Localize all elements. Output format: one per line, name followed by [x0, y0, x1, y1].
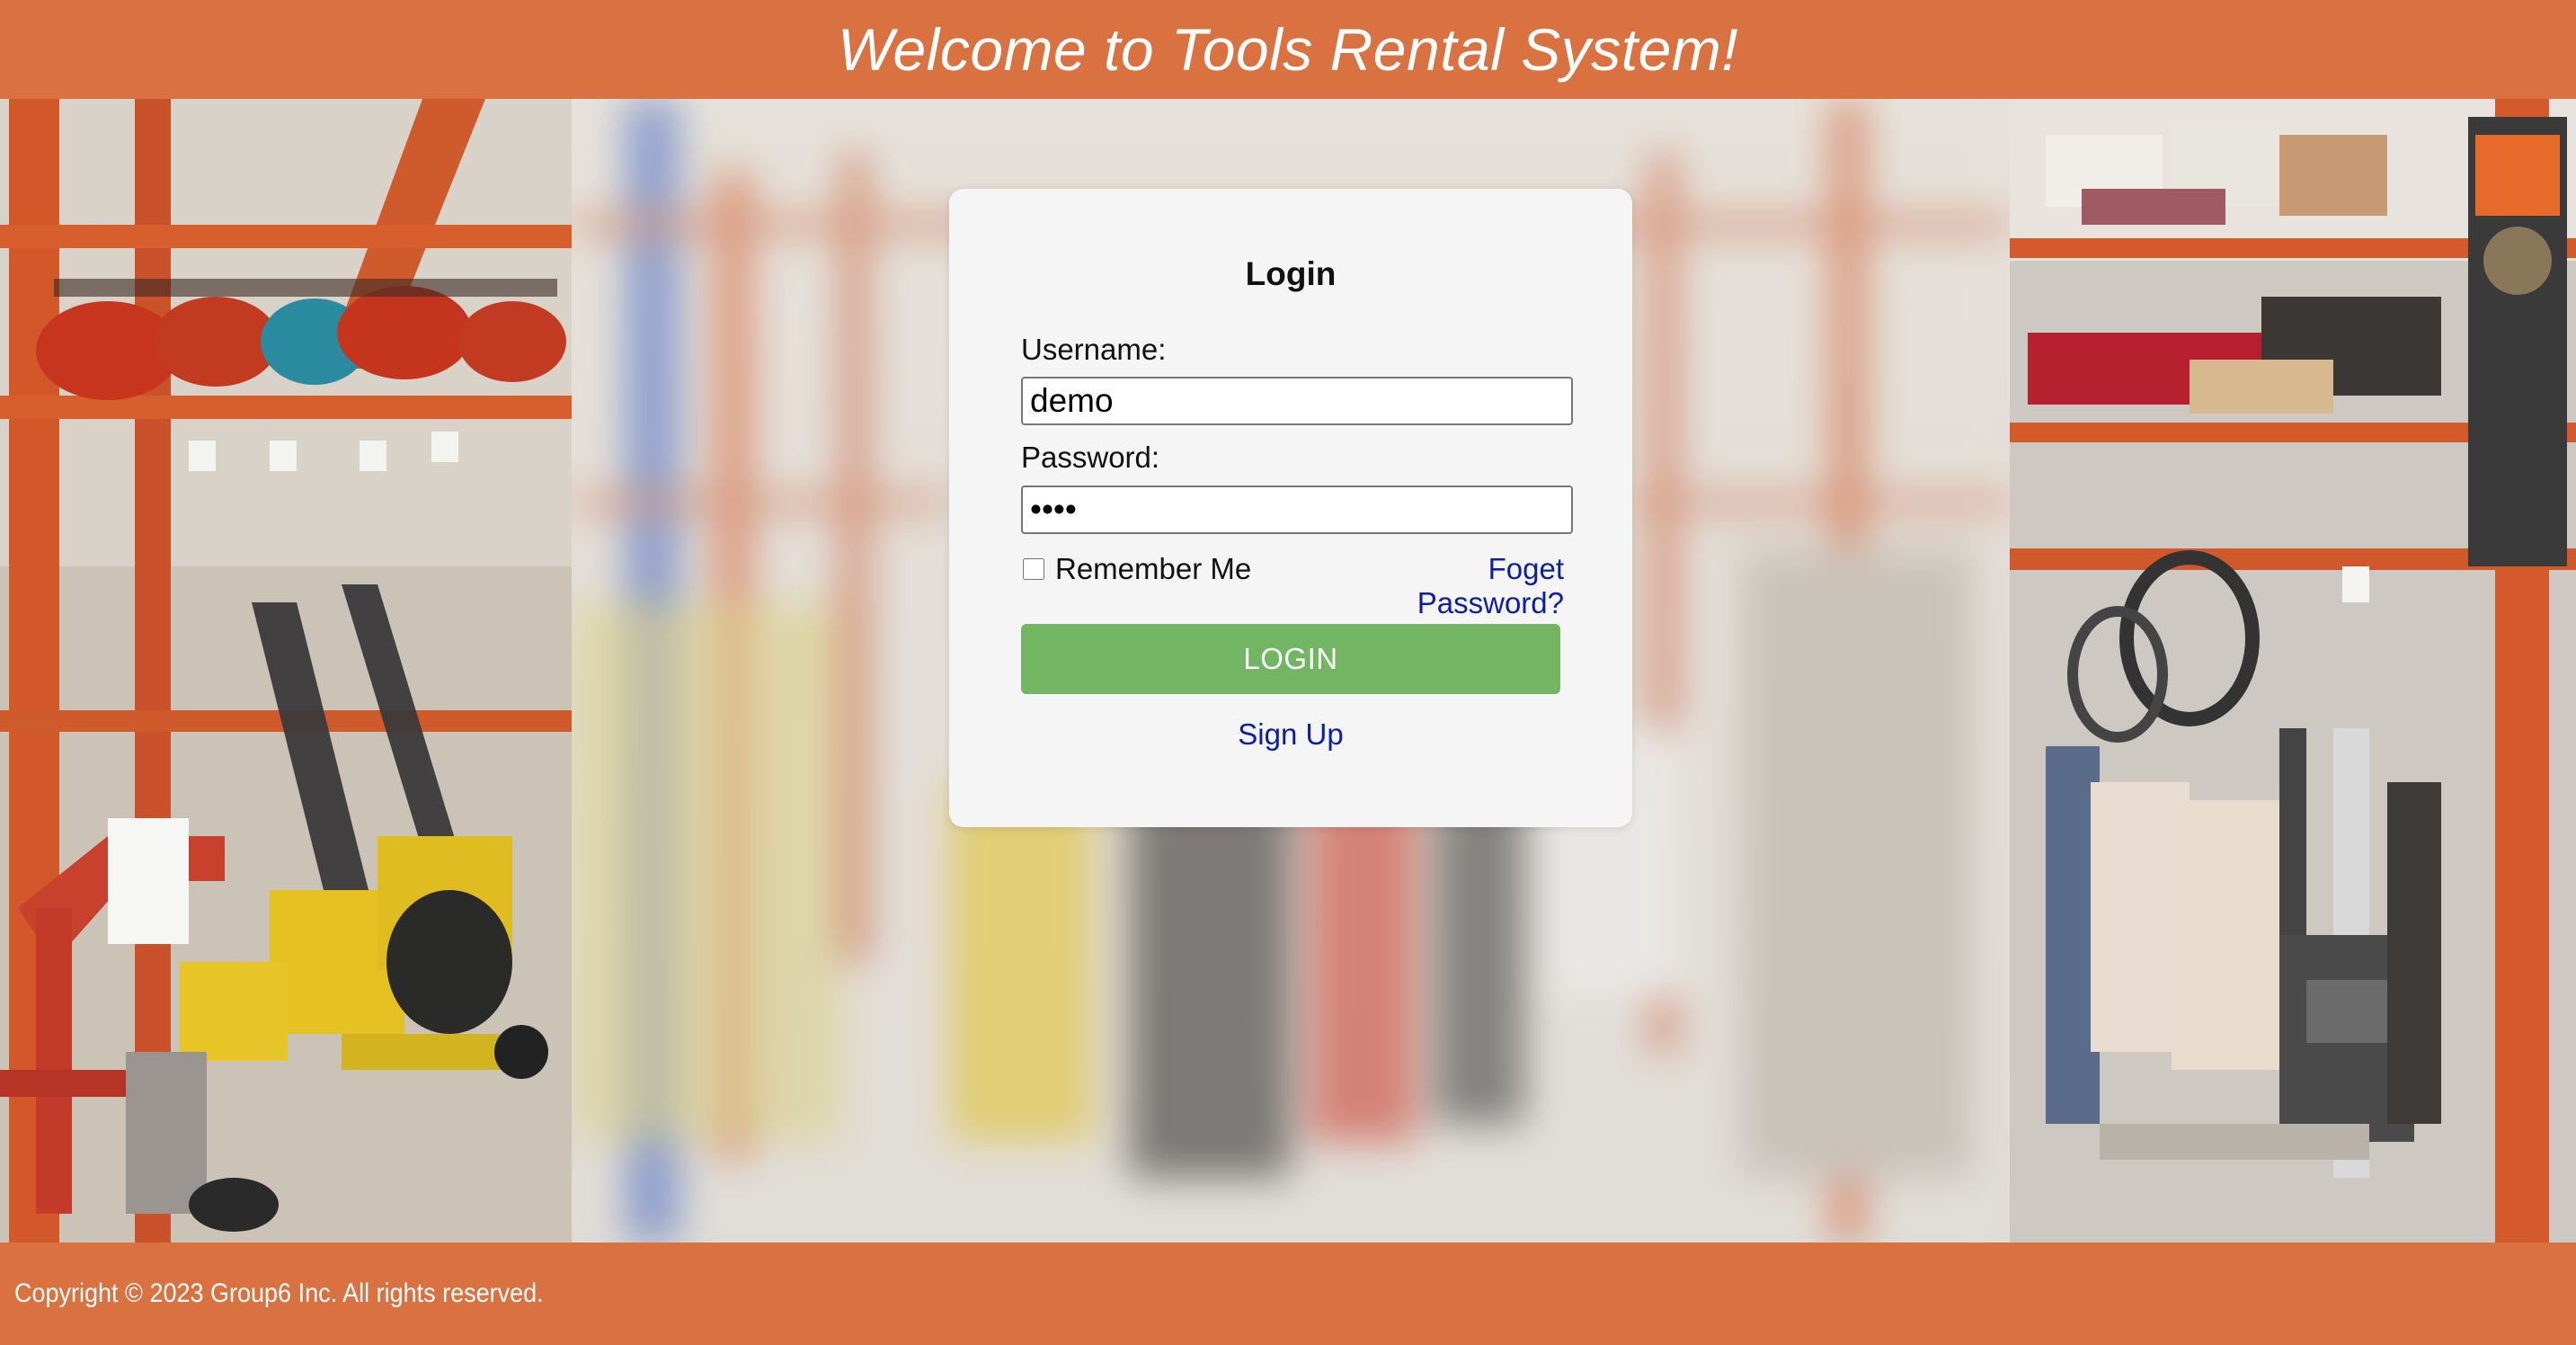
left-background-photo — [0, 99, 572, 1243]
site-header: Welcome to Tools Rental System! — [0, 0, 2576, 99]
copyright-text: Copyright © 2023 Group6 Inc. All rights … — [14, 1278, 544, 1308]
login-card: Login Username: Password: Remember Me Fo… — [949, 189, 1632, 827]
username-label: Username: — [1021, 333, 1167, 366]
password-label: Password: — [1021, 441, 1160, 474]
password-input[interactable] — [1021, 485, 1573, 534]
remember-me-label: Remember Me — [1055, 552, 1252, 585]
site-footer: Copyright © 2023 Group6 Inc. All rights … — [0, 1243, 2576, 1345]
forgot-password-link[interactable]: Foget Password? — [1336, 552, 1564, 620]
remember-me-checkbox[interactable] — [1023, 558, 1044, 580]
right-background-photo — [2010, 99, 2576, 1243]
login-heading: Login — [1245, 255, 1337, 292]
sign-up-link[interactable]: Sign Up — [949, 717, 1632, 752]
username-input[interactable] — [1021, 377, 1573, 425]
login-button[interactable]: LOGIN — [1021, 624, 1560, 694]
page-title: Welcome to Tools Rental System! — [837, 16, 1739, 83]
remember-me-row: Remember Me — [1021, 552, 1251, 586]
